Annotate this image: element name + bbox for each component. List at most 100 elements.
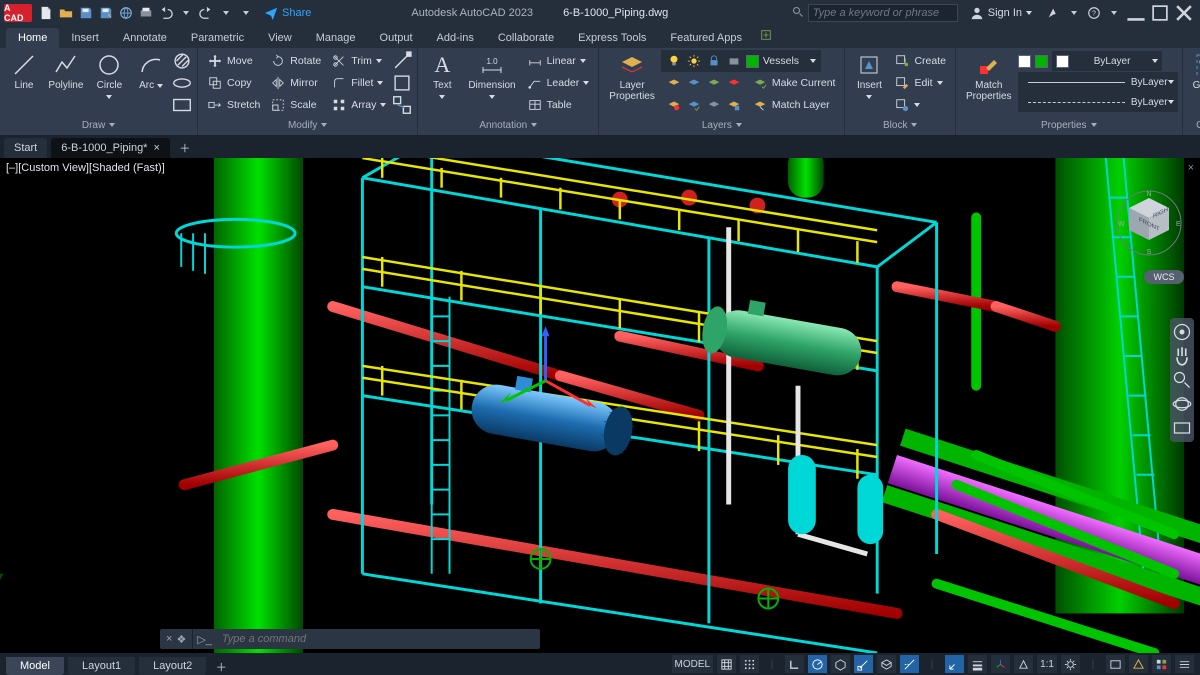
nav-zoom-icon[interactable] bbox=[1172, 370, 1192, 390]
draw-rect-icon[interactable] bbox=[171, 94, 193, 116]
status-annomonitor-icon[interactable] bbox=[1129, 655, 1148, 673]
draw-line[interactable]: Line bbox=[4, 50, 44, 93]
status-filter-icon[interactable] bbox=[1152, 655, 1171, 673]
modify-extra3-icon[interactable] bbox=[391, 94, 413, 116]
qat-redo-icon[interactable] bbox=[196, 3, 216, 23]
signin-button[interactable]: Sign In bbox=[970, 6, 1032, 20]
status-workspace-icon[interactable] bbox=[1106, 655, 1125, 673]
status-otrack-icon[interactable] bbox=[900, 655, 919, 673]
qat-web-icon[interactable] bbox=[116, 3, 136, 23]
draw-arc[interactable]: Arc bbox=[131, 50, 171, 93]
qat-undo-icon[interactable] bbox=[156, 3, 176, 23]
layer-dropdown[interactable]: Vessels bbox=[661, 50, 821, 72]
layer-tool-2[interactable] bbox=[661, 94, 747, 116]
qat-undo-drop[interactable] bbox=[176, 3, 196, 23]
modify-copy[interactable]: Copy bbox=[202, 72, 265, 94]
block-edit[interactable]: Edit bbox=[889, 72, 951, 94]
status-model[interactable]: MODEL bbox=[672, 655, 714, 673]
draw-hatch-icon[interactable] bbox=[171, 50, 193, 72]
annotation-table[interactable]: Table bbox=[522, 94, 595, 116]
ribbon-tab-annotate[interactable]: Annotate bbox=[111, 28, 179, 48]
status-annoscale-icon[interactable] bbox=[1014, 655, 1033, 673]
autodesk-app-icon[interactable] bbox=[1044, 3, 1064, 23]
annotation-linear[interactable]: Linear bbox=[522, 50, 595, 72]
ribbon-tab-view[interactable]: View bbox=[256, 28, 304, 48]
nav-wheel-icon[interactable] bbox=[1172, 322, 1192, 342]
layer-make-current[interactable]: Make Current bbox=[747, 72, 841, 94]
qat-new-icon[interactable] bbox=[36, 3, 56, 23]
block-attr[interactable] bbox=[889, 94, 951, 116]
cmd-handle-icon[interactable]: ❖ bbox=[176, 633, 186, 646]
layer-match[interactable]: Match Layer bbox=[747, 94, 841, 116]
ribbon-tab-featuredapps[interactable]: Featured Apps bbox=[658, 28, 754, 48]
nav-showmotion-icon[interactable] bbox=[1172, 418, 1192, 438]
qat-redo-drop[interactable] bbox=[216, 3, 236, 23]
ribbon-tab-addins[interactable]: Add-ins bbox=[425, 28, 486, 48]
command-line[interactable]: × ❖ ▷_ bbox=[160, 629, 540, 649]
search-input[interactable]: Type a keyword or phrase bbox=[808, 4, 958, 22]
qat-plot-icon[interactable] bbox=[136, 3, 156, 23]
share-button[interactable]: Share bbox=[264, 6, 311, 20]
status-polar-icon[interactable] bbox=[808, 655, 827, 673]
status-scale[interactable]: 1:1 bbox=[1037, 655, 1057, 673]
modify-extra1-icon[interactable] bbox=[391, 50, 413, 72]
layout-tab-2[interactable]: Layout2 bbox=[139, 657, 206, 675]
modify-mirror[interactable]: Mirror bbox=[265, 72, 326, 94]
layer-tool-1[interactable] bbox=[661, 72, 747, 94]
command-input[interactable] bbox=[216, 633, 540, 645]
color-white[interactable] bbox=[1018, 55, 1031, 68]
status-lineweight-icon[interactable] bbox=[968, 655, 987, 673]
modify-extra2-icon[interactable] bbox=[391, 72, 413, 94]
layout-tab-model[interactable]: Model bbox=[6, 657, 64, 675]
close-icon[interactable]: × bbox=[153, 142, 159, 154]
help-drop[interactable] bbox=[1104, 3, 1124, 23]
window-minimize-icon[interactable] bbox=[1124, 2, 1148, 24]
wcs-badge[interactable]: WCS bbox=[1144, 270, 1184, 284]
window-restore-icon[interactable] bbox=[1148, 2, 1172, 24]
modify-stretch[interactable]: Stretch bbox=[202, 94, 265, 116]
status-snap-icon[interactable] bbox=[740, 655, 759, 673]
ribbon-tab-output[interactable]: Output bbox=[368, 28, 425, 48]
annotation-leader[interactable]: Leader bbox=[522, 72, 595, 94]
draw-ellipse-icon[interactable] bbox=[171, 72, 193, 94]
status-3dosnap-icon[interactable] bbox=[877, 655, 896, 673]
new-tab-button[interactable]: ＋ bbox=[174, 138, 196, 158]
app-badge[interactable]: A CAD bbox=[4, 4, 32, 22]
lineweight-bylayer[interactable]: ByLayer bbox=[1018, 72, 1178, 92]
modify-array[interactable]: Array bbox=[326, 94, 391, 116]
ribbon-tab-insert[interactable]: Insert bbox=[59, 28, 111, 48]
status-customize-icon[interactable] bbox=[1175, 655, 1194, 673]
annotation-text[interactable]: A Text bbox=[422, 50, 462, 104]
linetype-bylayer[interactable]: ByLayer bbox=[1018, 92, 1178, 112]
view-cube[interactable]: FRONT RIGHT N E S W bbox=[1114, 188, 1184, 258]
layer-properties[interactable]: Layer Properties bbox=[603, 50, 661, 104]
ribbon-tab-parametric[interactable]: Parametric bbox=[179, 28, 256, 48]
cmd-close-icon[interactable]: × bbox=[166, 633, 172, 645]
color-bylayer[interactable]: ByLayer bbox=[1052, 51, 1162, 71]
nav-pan-icon[interactable] bbox=[1172, 346, 1192, 366]
status-isodraft-icon[interactable] bbox=[831, 655, 850, 673]
modify-rotate[interactable]: Rotate bbox=[265, 50, 326, 72]
color-green[interactable] bbox=[1035, 55, 1048, 68]
ribbon-tab-home[interactable]: Home bbox=[6, 28, 59, 48]
ribbon-tab-expresstools[interactable]: Express Tools bbox=[566, 28, 658, 48]
modify-trim[interactable]: Trim bbox=[326, 50, 391, 72]
status-ortho-icon[interactable] bbox=[785, 655, 804, 673]
block-create[interactable]: Create bbox=[889, 50, 951, 72]
status-osnap-icon[interactable] bbox=[854, 655, 873, 673]
layout-add-button[interactable]: ＋ bbox=[210, 659, 232, 675]
status-dynamic-ucs[interactable] bbox=[945, 655, 964, 673]
qat-open-icon[interactable] bbox=[56, 3, 76, 23]
status-gizmo-icon[interactable] bbox=[991, 655, 1010, 673]
ribbon-tab-collaborate[interactable]: Collaborate bbox=[486, 28, 566, 48]
group-button[interactable]: Group bbox=[1187, 50, 1200, 93]
ribbon-tab-manage[interactable]: Manage bbox=[304, 28, 368, 48]
block-insert[interactable]: Insert bbox=[849, 50, 889, 104]
draw-circle[interactable]: Circle bbox=[88, 50, 131, 104]
qat-saveas-icon[interactable] bbox=[96, 3, 116, 23]
status-grid-icon[interactable] bbox=[717, 655, 736, 673]
window-close-icon[interactable] bbox=[1172, 2, 1196, 24]
nav-orbit-icon[interactable] bbox=[1172, 394, 1192, 414]
modify-move[interactable]: Move bbox=[202, 50, 265, 72]
ribbon-tab-extra[interactable] bbox=[754, 25, 778, 48]
